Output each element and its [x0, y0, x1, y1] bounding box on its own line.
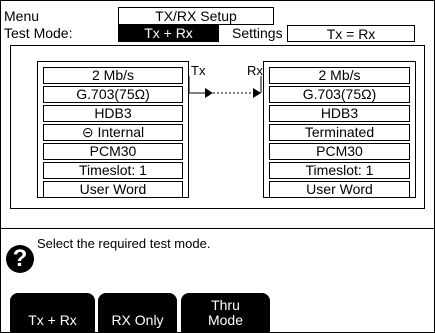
- rx-timeslot[interactable]: Timeslot: 1: [269, 162, 410, 179]
- tx-rate[interactable]: 2 Mb/s: [43, 67, 183, 84]
- tx-timeslot[interactable]: Timeslot: 1: [43, 162, 183, 179]
- test-mode-value[interactable]: Tx + Rx: [118, 25, 219, 42]
- test-mode-label: Test Mode:: [4, 25, 73, 41]
- settings-value[interactable]: Tx = Rx: [287, 25, 415, 42]
- tx-framing[interactable]: PCM30: [43, 143, 183, 160]
- tx-interface[interactable]: G.703(75Ω): [43, 86, 183, 103]
- instrument-screen: Menu TX/RX Setup Test Mode: Tx + Rx Sett…: [0, 0, 435, 333]
- question-icon: ?: [6, 245, 34, 273]
- softkey-rx-only[interactable]: RX Only: [98, 293, 177, 332]
- softkey-thru-mode[interactable]: Thru Mode: [181, 293, 270, 332]
- settings-label: Settings: [232, 25, 283, 41]
- signal-path-diagram: 2 Mb/s G.703(75Ω) HDB3 ⊝ Internal PCM30 …: [10, 45, 425, 209]
- tx-coding[interactable]: HDB3: [43, 105, 183, 122]
- rx-termination[interactable]: Terminated: [269, 124, 410, 141]
- rx-coding[interactable]: HDB3: [269, 105, 410, 122]
- rx-framing[interactable]: PCM30: [269, 143, 410, 160]
- tx-column: 2 Mb/s G.703(75Ω) HDB3 ⊝ Internal PCM30 …: [37, 61, 189, 198]
- tx-rx-link-arrow: [188, 76, 262, 98]
- rx-rate[interactable]: 2 Mb/s: [269, 67, 410, 84]
- tx-pattern[interactable]: User Word: [43, 181, 183, 198]
- divider: [1, 228, 434, 229]
- tx-clock[interactable]: ⊝ Internal: [43, 124, 183, 141]
- help-text: Select the required test mode.: [37, 236, 211, 251]
- menu-label: Menu: [4, 8, 40, 24]
- rx-pattern[interactable]: User Word: [269, 181, 410, 198]
- menu-title: TX/RX Setup: [118, 7, 274, 25]
- softkey-tx-rx[interactable]: Tx + Rx: [10, 293, 95, 332]
- rx-interface[interactable]: G.703(75Ω): [269, 86, 410, 103]
- rx-column: 2 Mb/s G.703(75Ω) HDB3 Terminated PCM30 …: [263, 61, 416, 198]
